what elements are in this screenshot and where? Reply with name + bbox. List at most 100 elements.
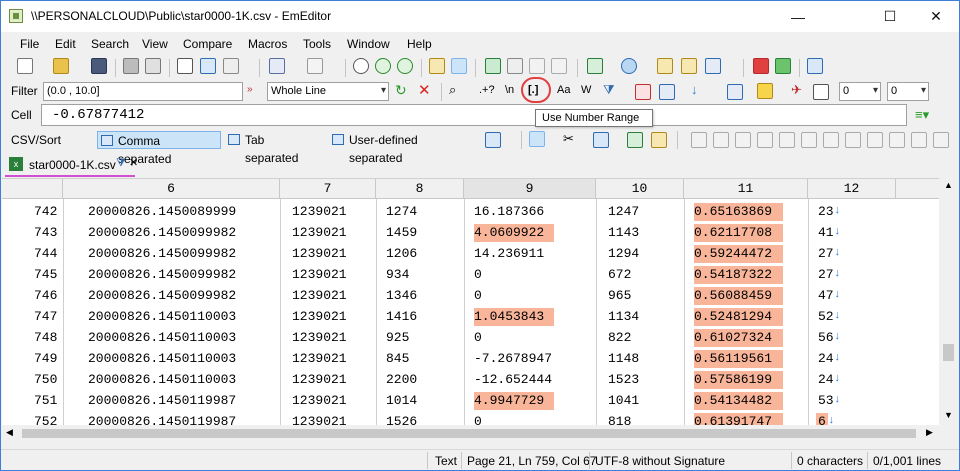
properties-icon[interactable]	[705, 58, 721, 74]
cell-col10[interactable]: 672	[608, 264, 631, 285]
status-encoding[interactable]: UTF-8 without Signature	[595, 454, 725, 468]
save-icon[interactable]	[91, 58, 107, 74]
cell-col7[interactable]: 1239021	[292, 264, 347, 285]
cell-col6[interactable]: 20000826.1450099982	[88, 243, 236, 264]
table-row[interactable]: 745 20000826.1450099982 1239021 934 0 67…	[2, 264, 940, 285]
cell-col9[interactable]: 0	[474, 264, 482, 285]
sort-icon-9[interactable]	[867, 132, 883, 148]
close-button[interactable]: ✕	[913, 1, 959, 32]
cell-col9[interactable]: 0	[474, 285, 482, 306]
table-row[interactable]: 742 20000826.1450089999 1239021 1274 16.…	[2, 201, 940, 222]
paste-icon[interactable]	[223, 58, 239, 74]
cell-col11[interactable]: 0.57586199	[694, 369, 772, 390]
extract-icon[interactable]	[659, 84, 675, 100]
filter-toggle-icon[interactable]	[451, 58, 467, 74]
regex-icon[interactable]: .+?	[479, 84, 495, 96]
maximize-button[interactable]: ☐	[867, 1, 913, 32]
cell-col11[interactable]: 0.65163869	[694, 201, 772, 222]
cell-col11[interactable]: 0.61027324	[694, 327, 772, 348]
menu-tools[interactable]: Tools	[303, 37, 331, 51]
validate-icon[interactable]	[627, 132, 643, 148]
stop-macro-icon[interactable]	[753, 58, 769, 74]
cell-col11[interactable]: 0.54134482	[694, 390, 772, 411]
table-row[interactable]: 748 20000826.1450110003 1239021 925 0 82…	[2, 327, 940, 348]
macro-icon[interactable]	[657, 58, 673, 74]
cell-col8[interactable]: 1459	[386, 222, 417, 243]
numeric-option-select-2[interactable]: 0 ▾	[887, 82, 929, 101]
escape-sequence-icon[interactable]: \n	[505, 84, 514, 96]
sort-icon-5[interactable]	[779, 132, 795, 148]
menu-window[interactable]: Window	[347, 37, 390, 51]
cell-col6[interactable]: 20000826.1450099982	[88, 285, 236, 306]
cell-col8[interactable]: 845	[386, 348, 409, 369]
cell-col10[interactable]: 822	[608, 327, 631, 348]
sort-icon-7[interactable]	[823, 132, 839, 148]
copy-icon[interactable]	[200, 58, 216, 74]
cell-col12[interactable]: 41	[818, 222, 834, 243]
sort-icon-11[interactable]	[911, 132, 927, 148]
cell-col6[interactable]: 20000826.1450099982	[88, 222, 236, 243]
menu-file[interactable]: File	[20, 37, 39, 51]
run-macro-icon[interactable]	[775, 58, 791, 74]
cascade-icon[interactable]	[551, 58, 567, 74]
cell-col6[interactable]: 20000826.1450110003	[88, 348, 236, 369]
cell-col8[interactable]: 925	[386, 327, 409, 348]
split-icon[interactable]	[485, 58, 501, 74]
cell-col12[interactable]: 24	[818, 369, 834, 390]
cell-col10[interactable]: 1294	[608, 243, 639, 264]
column-select-icon[interactable]	[593, 132, 609, 148]
table-row[interactable]: 744 20000826.1450099982 1239021 1206 14.…	[2, 243, 940, 264]
cell-col12[interactable]: 23	[818, 201, 834, 222]
web-icon[interactable]	[621, 58, 637, 74]
cell-col9[interactable]: 0	[474, 411, 482, 426]
filter-expand-icon[interactable]: »	[247, 84, 253, 95]
clipboard-icon[interactable]	[587, 58, 603, 74]
sort-icon-1[interactable]	[691, 132, 707, 148]
cell-col7[interactable]: 1239021	[292, 285, 347, 306]
cell-col7[interactable]: 1239021	[292, 348, 347, 369]
cell-col7[interactable]: 1239021	[292, 222, 347, 243]
menu-compare[interactable]: Compare	[183, 37, 232, 51]
cell-col9[interactable]: 1.0453843	[474, 306, 544, 327]
document-tab[interactable]: x star0000-1K.csv ⧩ ✕	[5, 155, 138, 177]
cell-col10[interactable]: 1041	[608, 390, 639, 411]
cell-col11[interactable]: 0.62117708	[694, 222, 772, 243]
vertical-scrollbar[interactable]: ▲ ▼	[939, 178, 958, 425]
table-row[interactable]: 747 20000826.1450110003 1239021 1416 1.0…	[2, 306, 940, 327]
cell-col7[interactable]: 1239021	[292, 327, 347, 348]
cell-col12[interactable]: 27	[818, 243, 834, 264]
print-icon[interactable]	[123, 58, 139, 74]
cell-col8[interactable]: 1526	[386, 411, 417, 426]
column-header[interactable]: 11	[684, 179, 808, 199]
cell-col9[interactable]: 4.9947729	[474, 390, 544, 411]
column-header-active[interactable]: 9	[464, 179, 596, 199]
cell-col8[interactable]: 1014	[386, 390, 417, 411]
clear-filter-icon[interactable]: ✕	[418, 81, 431, 99]
cell-col9[interactable]: 0	[474, 327, 482, 348]
cell-col8[interactable]: 2200	[386, 369, 417, 390]
tile-icon[interactable]	[529, 58, 545, 74]
undo-icon[interactable]	[269, 58, 285, 74]
cell-col9[interactable]: -7.2678947	[474, 348, 552, 369]
cell-col12[interactable]: 24	[818, 348, 834, 369]
arrow-down-icon[interactable]: ↓	[691, 82, 698, 97]
cut-icon[interactable]	[177, 58, 193, 74]
sort-icon-4[interactable]	[757, 132, 773, 148]
menu-help[interactable]: Help	[407, 37, 432, 51]
cell-col6[interactable]: 20000826.1450089999	[88, 201, 236, 222]
advanced-filter-icon[interactable]: ⌕	[449, 82, 456, 98]
cell-col11[interactable]: 0.61391747	[694, 411, 772, 426]
cell-col10[interactable]: 1143	[608, 222, 639, 243]
scroll-right-icon[interactable]: ▶	[926, 427, 933, 438]
cell-col6[interactable]: 20000826.1450099982	[88, 264, 236, 285]
copy-filter-icon[interactable]	[813, 84, 829, 100]
sort-icon-8[interactable]	[845, 132, 861, 148]
user-defined-separated-button[interactable]: User-defined separated	[329, 131, 477, 165]
match-case-icon[interactable]: Aa	[557, 84, 570, 96]
numeric-option-select-1[interactable]: 0 ▾	[839, 82, 881, 101]
refresh-filter-icon[interactable]: ↻	[395, 82, 407, 99]
sort-icon-6[interactable]	[801, 132, 817, 148]
cell-col8[interactable]: 1416	[386, 306, 417, 327]
scroll-thumb[interactable]	[943, 344, 954, 361]
column-header[interactable]: 10	[596, 179, 684, 199]
